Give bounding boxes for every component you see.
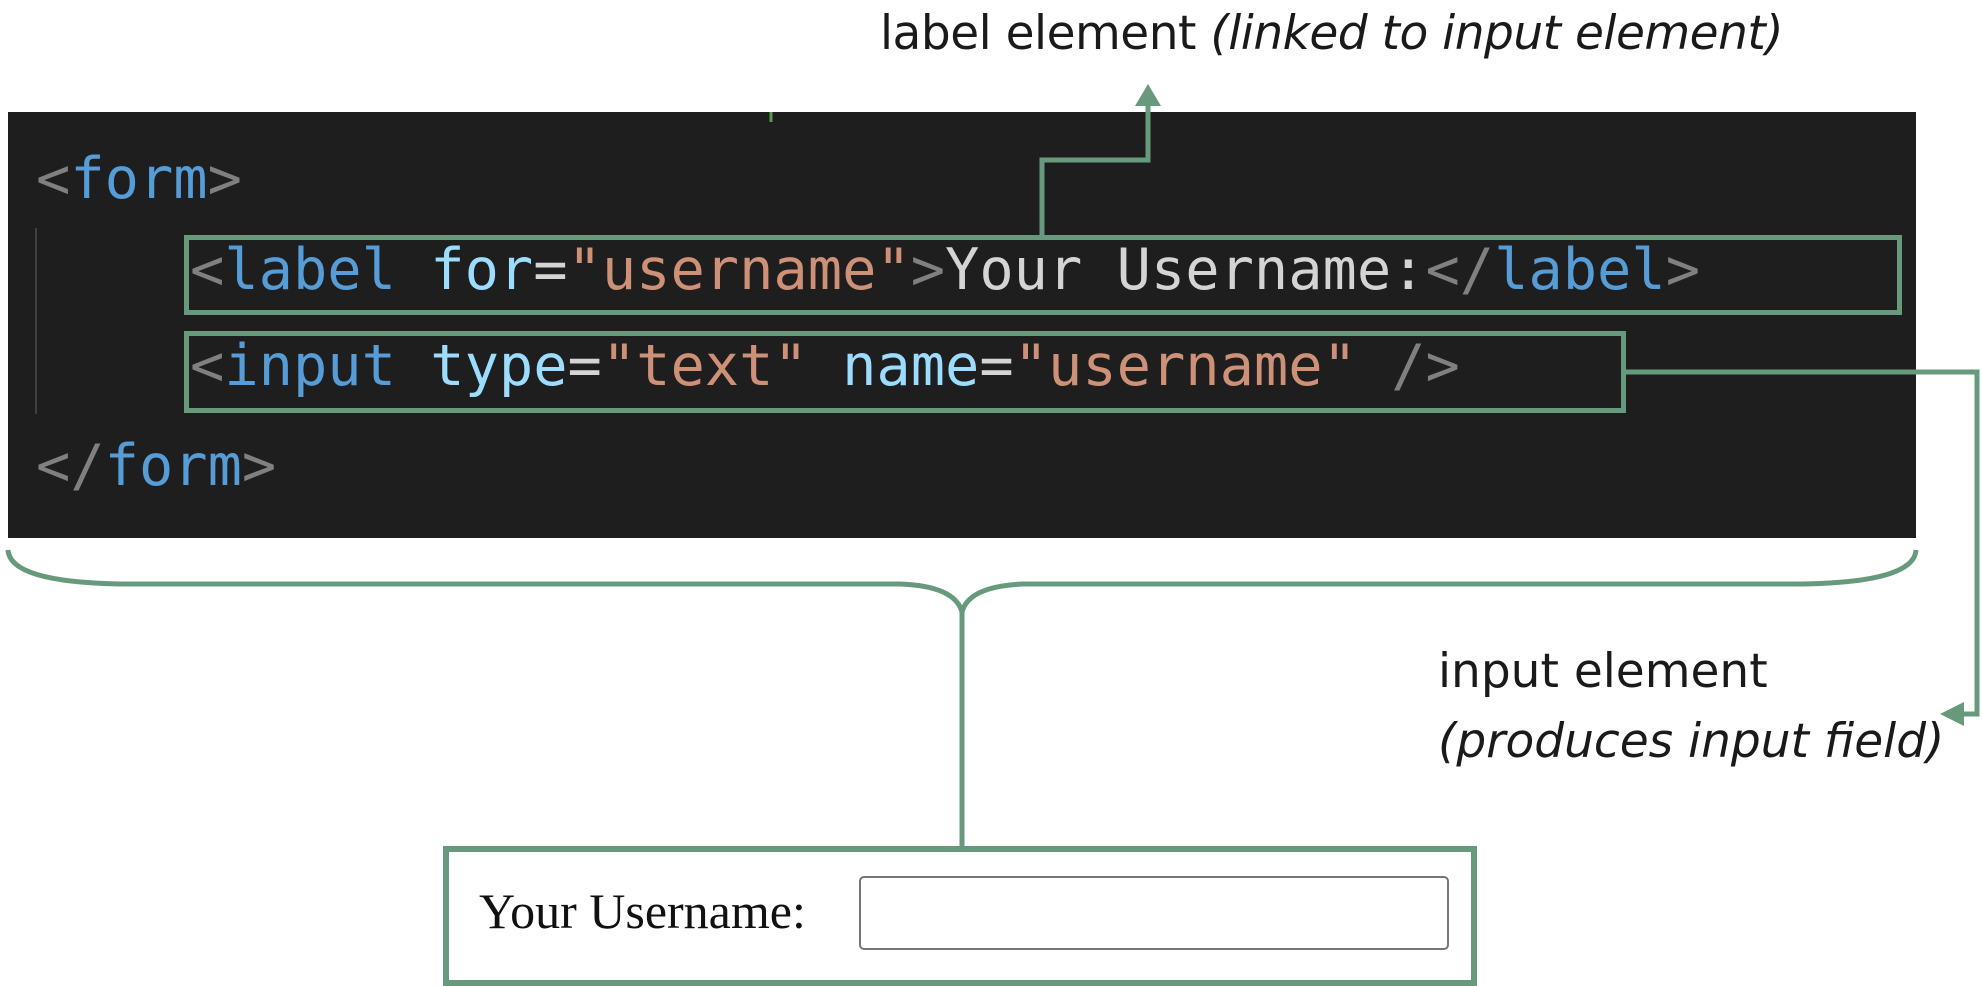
curly-brace	[5, 549, 1919, 622]
rendered-form-preview: Your Username:	[443, 846, 1477, 986]
connector-overlay	[5, 84, 1980, 848]
rendered-username-label: Your Username:	[479, 883, 806, 939]
input-callout-note: (produces input field)	[1438, 714, 1945, 769]
input-callout-main: input element	[1438, 644, 1768, 699]
label-arrow-up-icon	[1135, 84, 1161, 106]
label-connector-line	[1039, 102, 1151, 236]
rendered-username-input[interactable]	[859, 876, 1449, 950]
